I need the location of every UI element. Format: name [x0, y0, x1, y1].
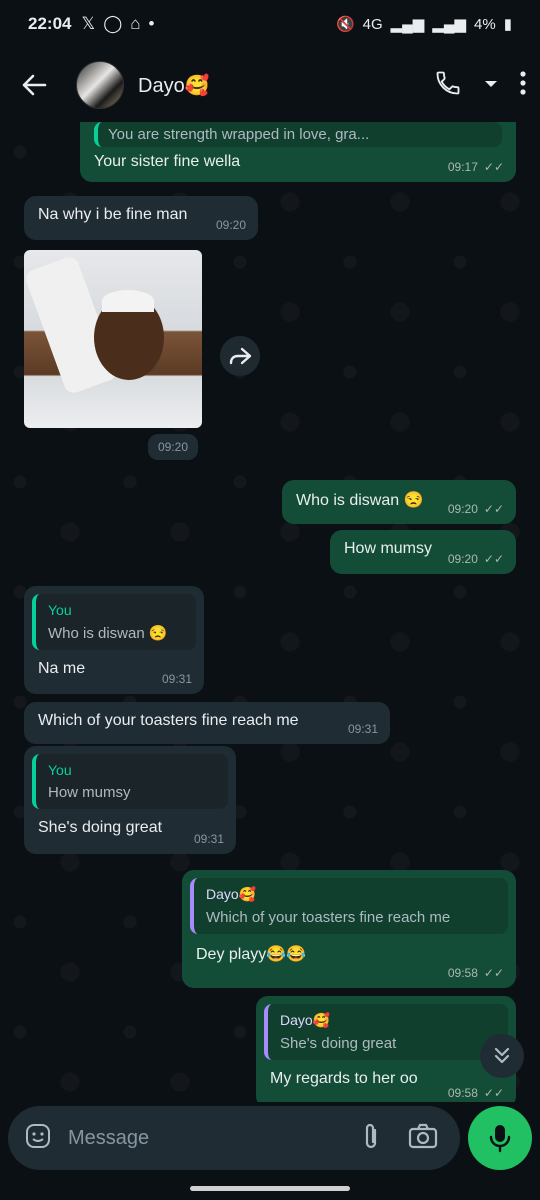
quoted-text: Who is diswan 😒: [48, 625, 168, 642]
status-bar: 22:04 𝕏 ◯ ⌂ • 🔇 4G ▂▄▆ ▂▄▆ 4% ▮: [0, 0, 540, 48]
notification-icons: 𝕏 ◯ ⌂ •: [81, 14, 154, 34]
message-time: 09:31: [161, 672, 192, 686]
quoted-message[interactable]: Dayo🥰 She's doing great: [264, 1004, 508, 1060]
quoted-text: You are strength wrapped in love, gra...: [108, 126, 370, 143]
message-time: 09:58: [447, 1086, 478, 1100]
message-time: 09:17: [447, 160, 478, 174]
gesture-bar[interactable]: [190, 1186, 350, 1191]
contact-name[interactable]: Dayo🥰: [138, 73, 210, 98]
message-time: 09:20: [447, 502, 478, 516]
chat-header: Dayo🥰: [0, 48, 540, 122]
chat-area[interactable]: You are strength wrapped in love, gra...…: [0, 122, 540, 1102]
scroll-down-icon[interactable]: [480, 1034, 524, 1078]
message-composer[interactable]: [8, 1106, 460, 1170]
message-bubble[interactable]: Dayo🥰 She's doing great My regards to he…: [256, 996, 516, 1102]
signal-icon-2: ▂▄▆: [432, 16, 467, 33]
message-bubble[interactable]: How mumsy 09:20 ✓✓: [330, 530, 516, 574]
message-bubble[interactable]: Which of your toasters fine reach me 09:…: [24, 702, 390, 744]
image-message[interactable]: [24, 250, 202, 428]
read-ticks-icon: ✓✓: [483, 966, 504, 980]
message-time: 09:20: [148, 434, 199, 460]
read-ticks-icon: ✓✓: [483, 552, 504, 566]
quoted-message[interactable]: You are strength wrapped in love, gra...: [94, 122, 502, 147]
camera-icon[interactable]: [408, 1123, 438, 1154]
signal-icon: ▂▄▆: [390, 16, 425, 33]
message-time: 09:31: [193, 832, 224, 846]
quoted-text: She's doing great: [280, 1035, 397, 1052]
message-bubble[interactable]: You Who is diswan 😒 Na me 09:31: [24, 586, 204, 694]
quoted-text: Which of your toasters fine reach me: [206, 909, 451, 926]
snapchat-icon: ⌂: [130, 14, 141, 33]
sticker-icon[interactable]: [24, 1122, 52, 1155]
message-time: 09:58: [447, 966, 478, 980]
message-text: Which of your toasters fine reach me: [38, 712, 299, 729]
quoted-author: You: [48, 602, 72, 618]
battery-label: 4%: [474, 15, 496, 33]
forward-icon[interactable]: [220, 336, 260, 376]
call-icon[interactable]: [434, 69, 462, 102]
message-time: 09:31: [347, 722, 378, 736]
message-text: Your sister fine wella: [94, 153, 241, 170]
message-bubble[interactable]: You How mumsy She's doing great 09:31: [24, 746, 236, 854]
network-label: 4G: [362, 15, 383, 33]
read-ticks-icon: ✓✓: [483, 1086, 504, 1100]
battery-icon: ▮: [503, 16, 512, 33]
message-text: Dey playy😂😂: [196, 946, 307, 963]
message-time: 09:20: [447, 552, 478, 566]
read-ticks-icon: ✓✓: [483, 160, 504, 174]
mute-icon: 🔇: [335, 16, 355, 33]
quoted-author: Dayo🥰: [206, 886, 257, 902]
message-bubble[interactable]: Dayo🥰 Which of your toasters fine reach …: [182, 870, 516, 988]
quoted-message[interactable]: You Who is diswan 😒: [32, 594, 196, 650]
message-bubble[interactable]: You are strength wrapped in love, gra...…: [80, 122, 516, 182]
message-bubble[interactable]: Na why i be fine man 09:20: [24, 196, 258, 240]
quoted-author: Dayo🥰: [280, 1012, 331, 1028]
dot-icon: •: [148, 14, 155, 33]
read-ticks-icon: ✓✓: [483, 502, 504, 516]
chat-bubble-icon: ◯: [103, 14, 123, 33]
mic-icon[interactable]: [468, 1106, 532, 1170]
message-time: 09:20: [215, 218, 246, 232]
dropdown-icon[interactable]: [484, 76, 498, 94]
avatar[interactable]: [76, 61, 124, 109]
quoted-author: You: [48, 762, 72, 778]
message-bubble[interactable]: Who is diswan 😒 09:20 ✓✓: [282, 480, 516, 524]
status-time: 22:04: [28, 14, 72, 33]
quoted-text: How mumsy: [48, 784, 131, 801]
quoted-message[interactable]: Dayo🥰 Which of your toasters fine reach …: [190, 878, 508, 934]
message-text: Na why i be fine man: [38, 206, 188, 223]
more-icon[interactable]: [520, 70, 526, 100]
x-icon: 𝕏: [81, 14, 96, 33]
message-input[interactable]: [68, 1126, 362, 1150]
attach-icon[interactable]: [362, 1121, 380, 1156]
quoted-message[interactable]: You How mumsy: [32, 754, 228, 809]
back-arrow-icon[interactable]: [14, 65, 54, 105]
